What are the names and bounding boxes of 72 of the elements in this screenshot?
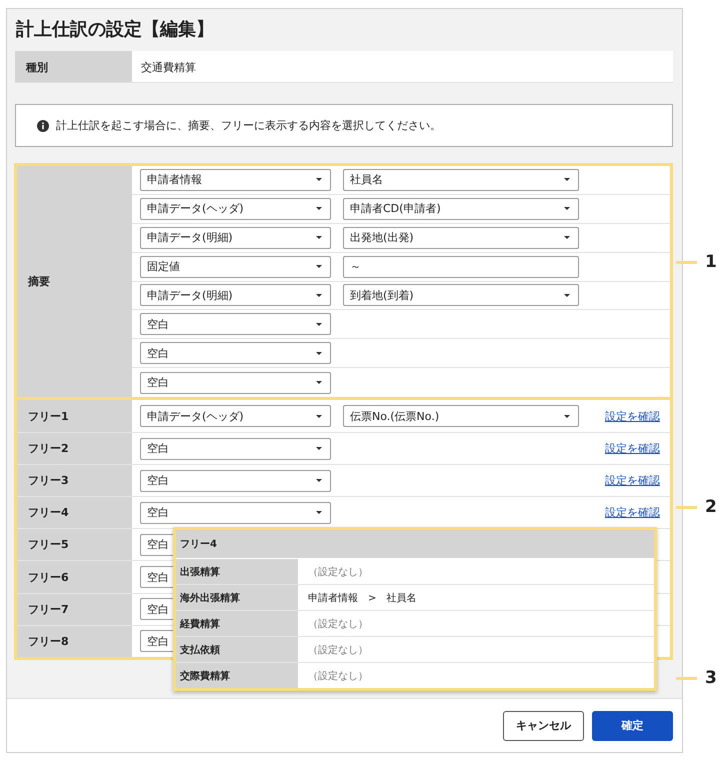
caret-icon (316, 381, 322, 384)
confirm-button[interactable]: 確定 (592, 710, 673, 740)
dropdown[interactable]: 申請データ(明細) (140, 284, 331, 306)
row-label: フリー8 (17, 626, 132, 657)
confirm-link[interactable]: 設定を確認 (605, 408, 660, 424)
dropdown[interactable]: 到着地(到着) (343, 284, 579, 306)
row-label: フリー7 (17, 594, 132, 625)
dropdown[interactable]: 空白 (140, 502, 331, 524)
popup-value: （設定なし） (307, 618, 369, 632)
popup-label: 経費精算 (176, 611, 298, 636)
caret-icon (316, 207, 322, 210)
dropdown[interactable]: 空白 (140, 438, 331, 460)
caret-icon (564, 178, 570, 182)
leader-line (676, 261, 697, 264)
dropdown[interactable]: 空白 (140, 470, 331, 492)
caret-icon (316, 447, 322, 450)
row-label: フリー3 (17, 465, 132, 496)
popup-label: 出張精算 (176, 559, 298, 584)
dropdown[interactable]: 申請データ(明細) (140, 226, 331, 249)
info-text: 計上仕訳を起こす場合に、摘要、フリーに表示する内容を選択してください。 (56, 118, 441, 133)
dropdown[interactable]: 伝票No.(伝票No.) (343, 405, 579, 428)
leader-line (676, 506, 697, 509)
caret-icon (564, 236, 570, 240)
caret-icon (316, 479, 322, 482)
callout-number: 2 (705, 498, 717, 517)
row-label: フリー5 (17, 529, 132, 560)
confirm-link[interactable]: 設定を確認 (605, 505, 660, 520)
caret-icon (564, 207, 570, 210)
caret-icon (316, 352, 322, 355)
dropdown[interactable]: 出発地(出発) (343, 226, 579, 249)
dropdown[interactable]: 申請データ(ヘッダ) (140, 405, 331, 428)
cancel-button[interactable]: キャンセル (503, 710, 584, 740)
dropdown[interactable]: 申請データ(ヘッダ) (140, 198, 331, 220)
dropdown[interactable]: 社員名 (343, 168, 579, 191)
dialog-title: 計上仕訳の設定【編集】 (14, 18, 215, 42)
leader-line (676, 677, 697, 680)
caret-icon (316, 322, 322, 326)
field-label: 種別 (15, 51, 132, 82)
field-value: 交通費精算 (132, 51, 673, 82)
callout-number: 3 (705, 669, 717, 688)
caret-icon (316, 265, 322, 268)
caret-icon (316, 294, 322, 297)
caret-icon (316, 178, 322, 182)
caret-icon (564, 414, 570, 418)
row-label: フリー2 (17, 433, 132, 464)
info-icon (37, 120, 49, 132)
dropdown[interactable]: 空白 (140, 313, 331, 336)
caret-icon (316, 236, 322, 240)
dropdown[interactable]: 申請者CD(申請者) (343, 198, 579, 220)
confirm-link[interactable]: 設定を確認 (605, 441, 660, 456)
caret-icon (316, 511, 322, 514)
caret-icon (564, 294, 570, 297)
row-label: 摘要 (17, 166, 132, 397)
confirm-link[interactable]: 設定を確認 (605, 473, 660, 488)
row-label: フリー4 (17, 497, 132, 528)
row-label: フリー6 (17, 561, 132, 593)
popup-label: 交際費精算 (176, 663, 298, 688)
dropdown[interactable]: 申請者情報 (140, 168, 331, 191)
row-label: フリー1 (17, 400, 132, 432)
dropdown[interactable]: 空白 (140, 342, 331, 364)
callout-number: 1 (705, 253, 717, 272)
popup-value: 申請者情報 > 社員名 (307, 592, 418, 606)
popup-value: （設定なし） (307, 644, 369, 658)
dropdown[interactable]: 固定値 (140, 256, 331, 278)
popup-value: （設定なし） (307, 566, 369, 580)
dropdown[interactable]: 空白 (140, 372, 331, 394)
caret-icon (316, 414, 322, 418)
popup-label: 支払依頼 (176, 637, 298, 662)
input-field[interactable]: ～ (343, 256, 579, 278)
popup-title: フリー4 (176, 530, 654, 559)
popup-value: （設定なし） (307, 670, 369, 684)
popup-label: 海外出張精算 (176, 585, 298, 610)
